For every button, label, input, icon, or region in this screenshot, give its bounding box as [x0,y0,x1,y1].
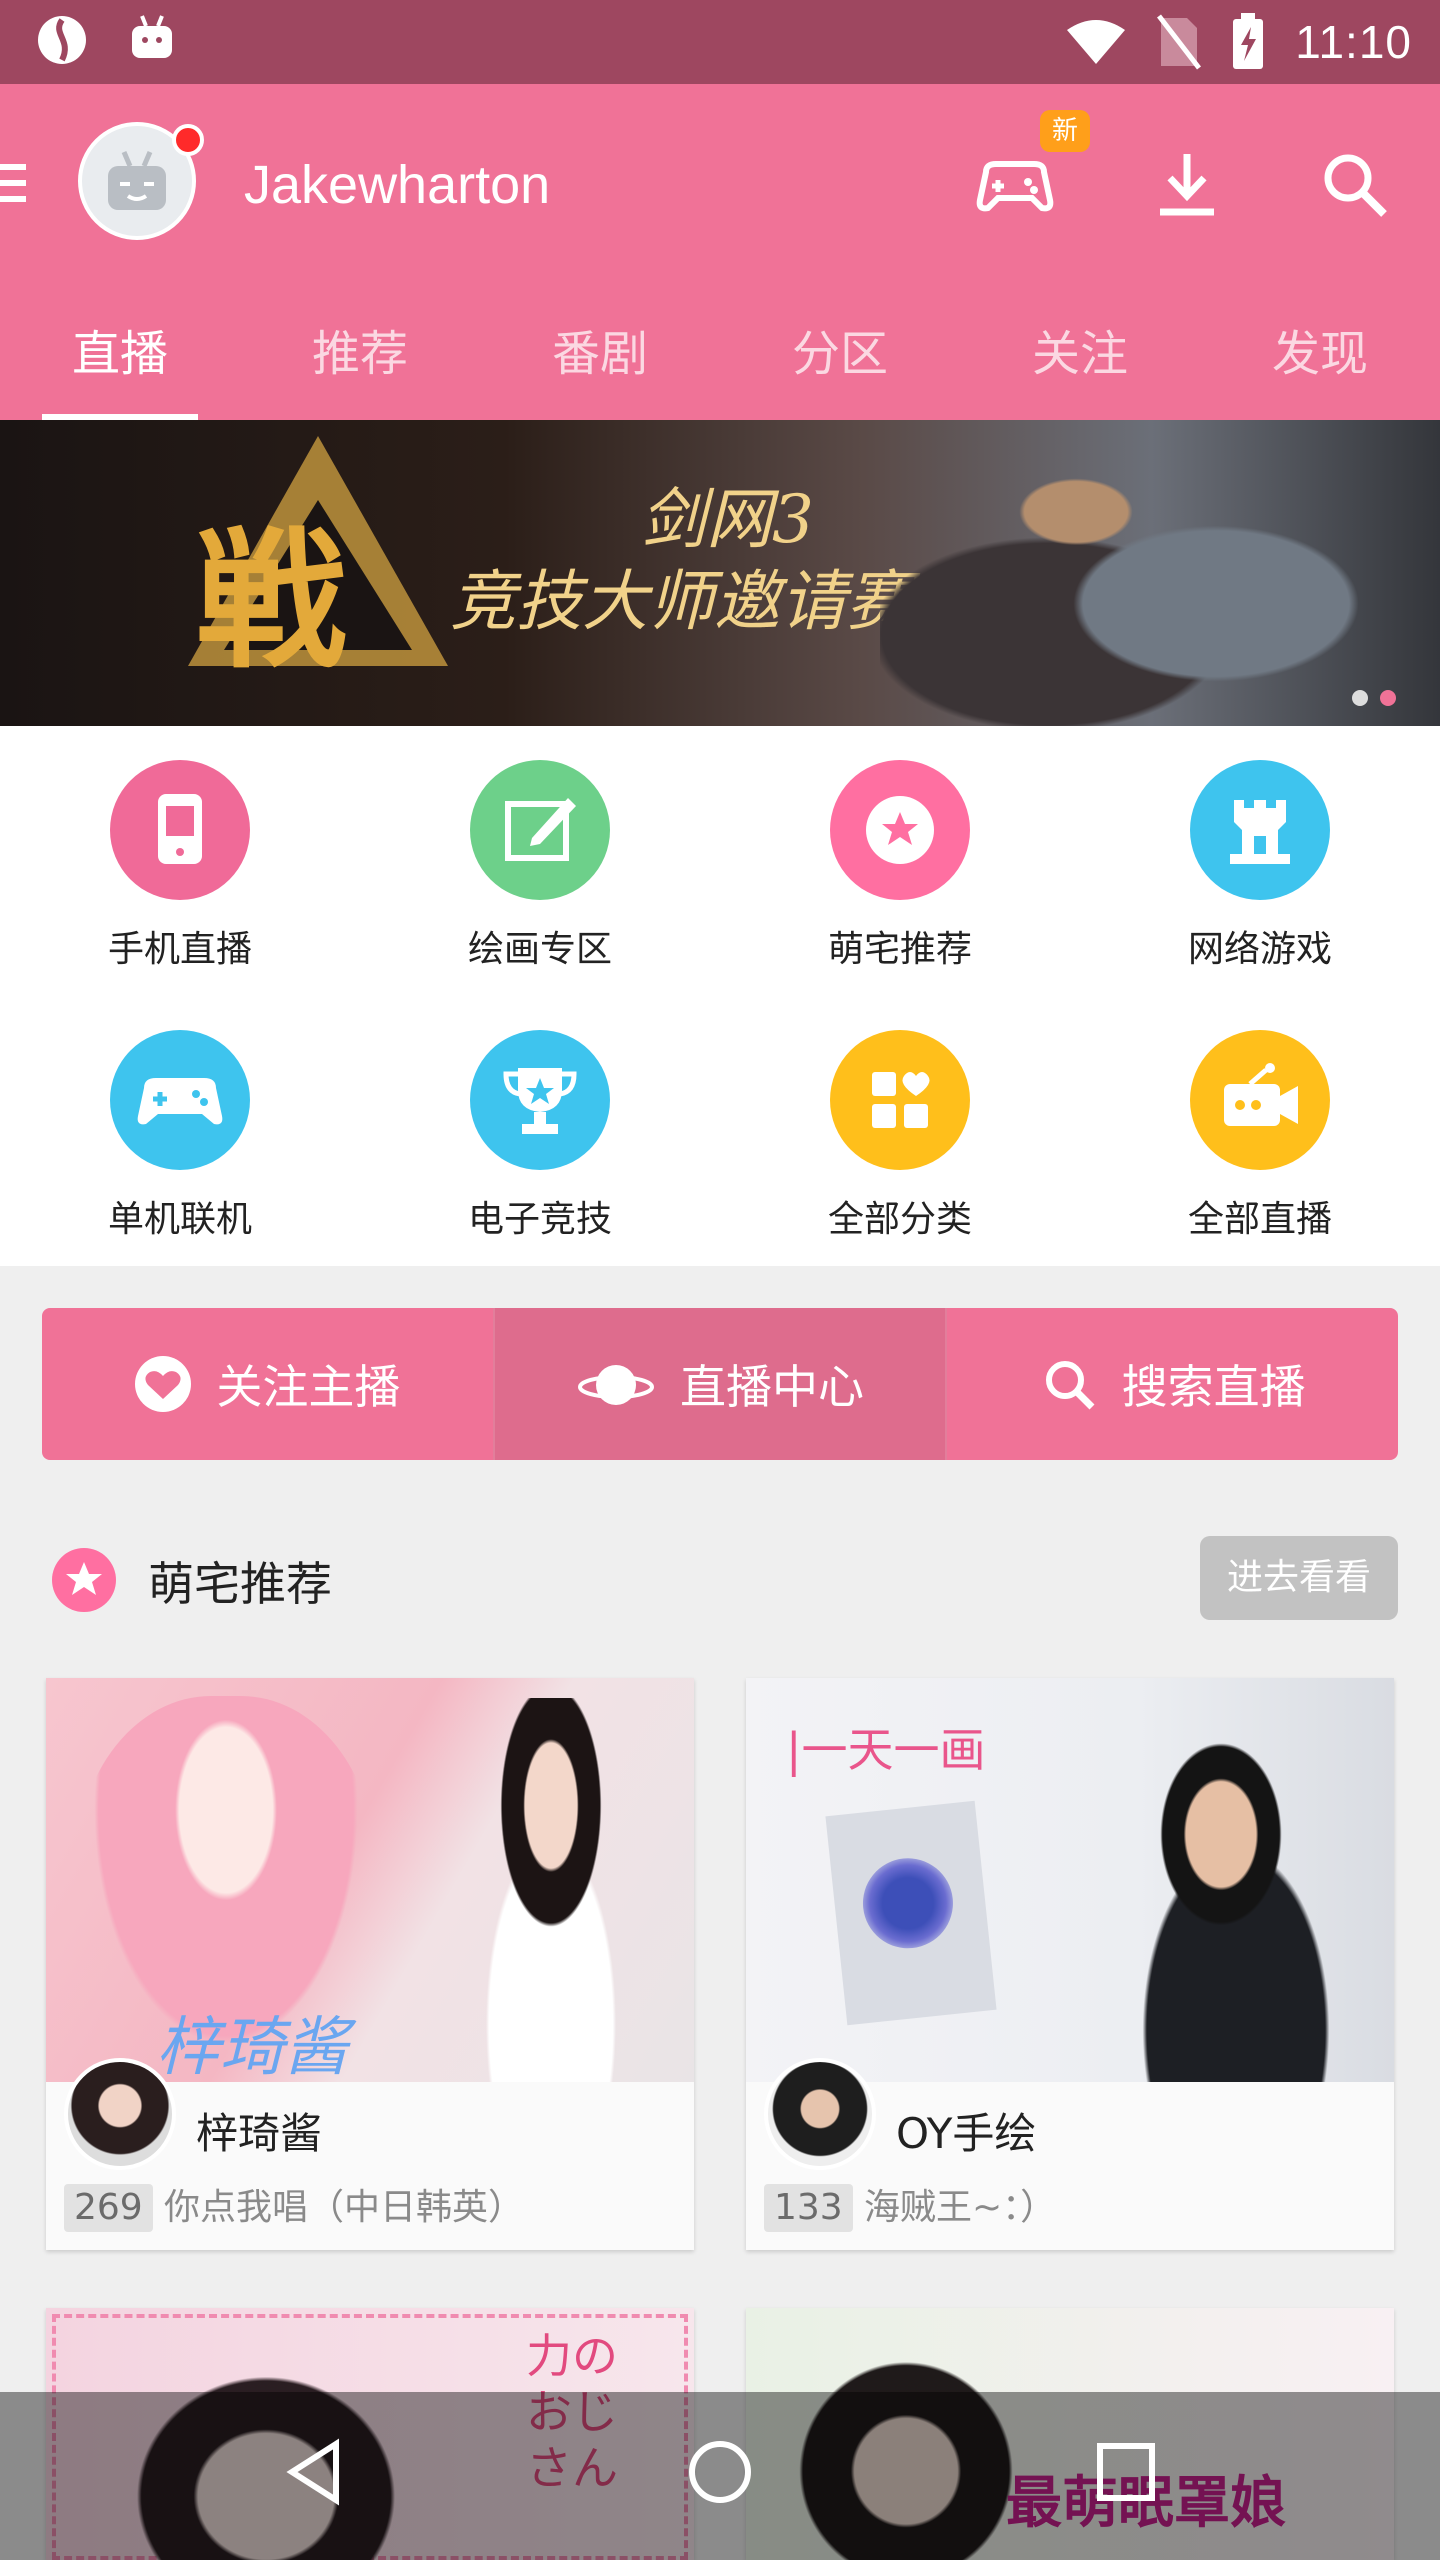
category-online-games[interactable]: 网络游戏 [1140,760,1380,972]
star-badge-icon [830,760,970,900]
app-notification-icon [38,16,86,64]
tab-bar: 直播 推荐 番剧 分区 关注 发现 [0,324,1440,420]
artist-photo [1086,1738,1386,2082]
back-icon[interactable] [276,2432,356,2512]
category-mobile-live[interactable]: 手机直播 [60,760,300,972]
category-label: 电子竞技 [467,1199,612,1240]
banner-pager [1352,690,1396,706]
heart-icon [135,1356,192,1412]
home-icon[interactable] [680,2432,760,2512]
new-badge: 新 [1040,110,1090,152]
streamer-photo [436,1698,666,2082]
thumbnail-caption: |一天一画 [786,1723,986,1777]
live-center-button[interactable]: 直播中心 [492,1308,948,1460]
stream-title: 你点我唱（中日韩英） [164,2187,525,2228]
camera-icon [1190,1030,1330,1170]
tab-anime[interactable]: 番剧 [480,324,720,420]
thumbnail-caption: 梓琦酱 [156,2011,348,2082]
banner-subtitle: 竞技大师邀请赛 [450,563,912,640]
action-label: 关注主播 [216,1360,401,1414]
tab-categories[interactable]: 分区 [720,324,960,420]
stream-title: 海贼王~：） [864,2187,1057,2228]
recents-icon[interactable] [1086,2432,1166,2512]
gamepad-icon [110,1030,250,1170]
section-header: 萌宅推荐 进去看看 [0,1536,1440,1620]
category-esports[interactable]: 电子竞技 [420,1030,660,1242]
bilibili-notification-icon [132,15,172,58]
live-card[interactable]: 梓琦酱 梓琦酱 269 你点我唱（中日韩英） [46,1678,694,2250]
category-label: 萌宅推荐 [827,929,972,970]
category-all-live[interactable]: 全部直播 [1140,1030,1380,1242]
notification-dot [172,124,204,156]
gamepad-icon[interactable] [972,142,1058,228]
category-otaku-picks[interactable]: 萌宅推荐 [780,760,1020,972]
category-label: 单机联机 [107,1199,252,1240]
streamer-name: 梓琦酱 [196,2109,323,2158]
live-actions-bar: 关注主播 直播中心 搜索直播 [42,1308,1398,1460]
menu-icon[interactable] [0,154,34,214]
clock: 11:10 [1295,16,1412,68]
category-label: 全部直播 [1187,1199,1332,1240]
streamer-avatar[interactable] [64,2058,176,2170]
category-label: 手机直播 [107,929,252,970]
see-more-button[interactable]: 进去看看 [1200,1536,1398,1620]
tab-following[interactable]: 关注 [960,324,1200,420]
category-label: 绘画专区 [467,929,612,970]
category-single-multiplayer[interactable]: 单机联机 [60,1030,300,1242]
live-thumbnail: 梓琦酱 [46,1678,694,2082]
pager-dot-active [1380,690,1396,706]
drawing-paper [825,1800,997,2026]
banner-big-char: 戦 [196,513,347,689]
action-label: 直播中心 [680,1360,864,1414]
category-painting[interactable]: 绘画专区 [420,760,660,972]
grid-icon [830,1030,970,1170]
viewer-count: 133 [764,2184,853,2232]
tab-live[interactable]: 直播 [0,324,240,420]
app-bar: Jakewharton 新 直播 推荐 番剧 分区 关注 发现 [0,84,1440,420]
status-bar: 11:10 [0,0,1440,84]
live-card-meta: 梓琦酱 269 你点我唱（中日韩英） [46,2058,694,2250]
follow-anchors-button[interactable]: 关注主播 [42,1308,493,1460]
pager-dot [1352,690,1368,706]
tab-discover[interactable]: 发现 [1200,324,1440,420]
category-grid: 手机直播 绘画专区 萌宅推荐 网络游戏 单机联机 电子竞技 全部分类 全部直播 [0,726,1440,1266]
username[interactable]: Jakewharton [244,154,550,216]
search-live-button[interactable]: 搜索直播 [947,1308,1398,1460]
live-card-meta: OY手绘 133 海贼王~：） [746,2058,1394,2250]
system-nav-bar [0,2392,1440,2560]
section-title: 萌宅推荐 [148,1557,332,1611]
phone-icon [110,760,250,900]
planet-icon [578,1365,654,1405]
wifi-icon [1067,20,1126,64]
download-icon[interactable] [1144,142,1230,228]
live-thumbnail: |一天一画 [746,1678,1394,2082]
streamer-name: OY手绘 [896,2109,1037,2158]
search-icon [1045,1361,1095,1410]
rose-drawing [858,1853,958,1953]
live-card[interactable]: |一天一画 OY手绘 133 海贼王~：） [746,1678,1394,2250]
promo-banner[interactable]: 戦 剑网3 竞技大师邀请赛 [0,420,1440,726]
action-label: 搜索直播 [1121,1360,1306,1414]
category-all-categories[interactable]: 全部分类 [780,1030,1020,1242]
tab-recommend[interactable]: 推荐 [240,324,480,420]
streamer-avatar[interactable] [764,2058,876,2170]
category-label: 网络游戏 [1187,929,1332,970]
paint-icon [470,760,610,900]
category-label: 全部分类 [827,1199,972,1240]
trophy-icon [470,1030,610,1170]
banner-character-image [880,420,1440,726]
star-badge-icon [52,1548,116,1612]
viewer-count: 269 [64,2184,153,2232]
search-icon[interactable] [1312,142,1398,228]
no-sim-icon [1157,14,1202,70]
battery-charging-icon [1233,13,1264,69]
castle-icon [1190,760,1330,900]
